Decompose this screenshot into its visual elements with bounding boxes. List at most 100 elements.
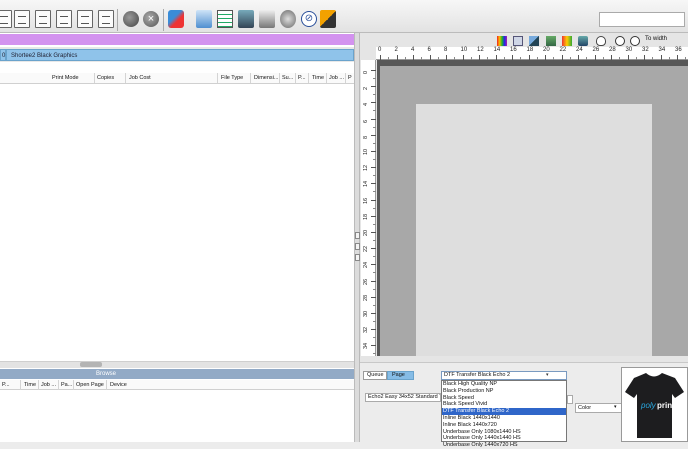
search-input[interactable] xyxy=(599,12,685,27)
ruler-v-minor-tick xyxy=(373,256,376,258)
cancel-icon[interactable]: × xyxy=(143,11,159,27)
color-adjust-icon[interactable] xyxy=(562,36,572,46)
print-job-icon[interactable] xyxy=(168,10,184,28)
browse-col-open-page[interactable]: Open Page xyxy=(76,382,104,388)
color-bars-icon[interactable] xyxy=(497,36,507,46)
cutter-icon[interactable] xyxy=(259,10,275,28)
ruler-v-minor-tick xyxy=(373,207,376,209)
queue-horizontal-scrollbar[interactable] xyxy=(0,361,354,368)
ruler-h-label: 22 xyxy=(559,47,567,53)
print-mode-option[interactable]: Underbase Only 1440x720 HS xyxy=(442,442,566,449)
tile-tool-icon[interactable] xyxy=(546,36,556,46)
ruler-h-label: 10 xyxy=(460,47,468,53)
queue-tab-bar: 0 Shortee2 Black Graphics xyxy=(0,47,354,62)
ruler-h-label: 32 xyxy=(642,47,649,53)
copy-job-icon[interactable] xyxy=(56,10,72,28)
col-p[interactable]: P... xyxy=(298,75,306,81)
import-icon[interactable] xyxy=(14,10,30,28)
col-dimensions[interactable]: Dimensi... xyxy=(254,75,278,81)
col-job[interactable]: Job ... xyxy=(329,75,344,81)
ruler-v-minor-tick xyxy=(373,337,376,339)
browse-col-job[interactable]: Job ... xyxy=(41,382,56,388)
chevron-down-icon[interactable]: ▾ xyxy=(546,372,549,378)
browse-col-page[interactable]: Pa... xyxy=(61,382,72,388)
ruler-h-label: 24 xyxy=(576,47,583,53)
ruler-v-tick xyxy=(371,232,376,233)
printer-bar xyxy=(0,34,354,45)
open-file-icon[interactable] xyxy=(0,10,12,28)
ruler-v-tick xyxy=(371,264,376,266)
ruler-h-label: 0 xyxy=(378,47,382,53)
ruler-v-minor-tick xyxy=(373,240,376,241)
zoom-in-icon[interactable] xyxy=(615,36,625,46)
printer-icon[interactable] xyxy=(238,10,254,28)
job-list-icon[interactable] xyxy=(217,10,233,28)
eye-preview-icon[interactable] xyxy=(596,36,606,46)
ruler-h-label: 30 xyxy=(625,47,633,53)
col-copies[interactable]: Copies xyxy=(97,75,114,81)
ruler-v-tick xyxy=(371,345,376,347)
ruler-h-label: 14 xyxy=(493,47,501,53)
col-job-cost[interactable]: Job Cost xyxy=(129,75,151,81)
crop-tool-icon[interactable] xyxy=(529,36,539,46)
queue-tab-shortee2[interactable]: Shortee2 Black Graphics xyxy=(6,49,354,61)
ruler-h-label: 4 xyxy=(411,47,415,53)
col-substrate[interactable]: Su... xyxy=(282,75,293,81)
page-placement-area[interactable] xyxy=(416,104,652,356)
browse-list xyxy=(0,391,354,442)
ruler-v-label: 22 xyxy=(363,246,369,253)
tab-queue[interactable]: Queue xyxy=(363,371,387,380)
send-to-printer-icon[interactable] xyxy=(196,10,212,28)
browse-col-p[interactable]: P... xyxy=(2,382,10,388)
browse-label[interactable]: Browse xyxy=(0,369,212,379)
ruler-v-tick xyxy=(371,183,376,185)
ruler-v-tick xyxy=(371,280,376,282)
ruler-v-label: 28 xyxy=(363,294,369,301)
job-properties-icon[interactable] xyxy=(98,10,114,28)
ruler-v-tick xyxy=(371,70,376,71)
move-job-icon[interactable] xyxy=(77,10,93,28)
ruler-v-minor-tick xyxy=(373,288,376,290)
chevron-down-icon[interactable]: ▾ xyxy=(614,404,617,410)
ruler-v-minor-tick xyxy=(373,175,376,177)
ruler-v-label: 32 xyxy=(363,327,369,334)
ruler-h-label: 26 xyxy=(592,47,600,53)
zoom-out-icon[interactable] xyxy=(630,36,640,46)
ruler-h-label: 34 xyxy=(658,47,666,53)
col-file-type[interactable]: File Type xyxy=(221,75,243,81)
scrollbar-thumb[interactable] xyxy=(80,362,102,367)
ruler-v-minor-tick xyxy=(373,78,376,79)
ruler-v-label: 2 xyxy=(363,87,369,91)
tools-icon[interactable] xyxy=(280,10,296,28)
ruler-v-label: 34 xyxy=(363,343,369,350)
ruler-v-label: 14 xyxy=(363,181,369,188)
browse-col-time[interactable]: Time xyxy=(24,382,36,388)
ruler-v-minor-tick xyxy=(373,94,376,96)
ruler-v-label: 18 xyxy=(363,213,369,220)
no-compass-icon[interactable]: ⊘ xyxy=(301,11,317,27)
image-tool-icon[interactable] xyxy=(578,36,588,46)
ruler-v-label: 24 xyxy=(363,262,369,269)
export-icon[interactable] xyxy=(35,10,51,28)
ruler-v-label: 26 xyxy=(363,278,369,285)
ruler-v-tick xyxy=(371,215,376,217)
ruler-h-label: 18 xyxy=(526,47,534,53)
ruler-v-minor-tick xyxy=(373,191,376,193)
ruler-v-minor-tick xyxy=(373,353,376,355)
ruler-v-tick xyxy=(371,86,376,88)
col-time[interactable]: Time xyxy=(312,75,324,81)
col-p2[interactable]: P xyxy=(348,75,352,81)
zoom-to-width-label[interactable]: To width xyxy=(645,36,667,42)
ruler-v-minor-tick xyxy=(373,142,376,144)
select-tool-icon[interactable] xyxy=(513,36,523,46)
ruler-v-minor-tick xyxy=(373,304,376,306)
col-print-mode[interactable]: Print Mode xyxy=(52,75,79,81)
settings-gear-icon[interactable] xyxy=(123,11,139,27)
job-thumbnail[interactable]: poly print xyxy=(621,367,688,442)
color-manager-icon[interactable] xyxy=(320,10,336,28)
media-size-field[interactable]: Echo2 Easy 34x52 Standard To xyxy=(365,393,441,402)
browse-col-device[interactable]: Device xyxy=(110,382,127,388)
tab-page[interactable]: Page xyxy=(387,371,414,380)
value-field[interactable] xyxy=(567,395,573,404)
ruler-h-label: 16 xyxy=(510,47,517,53)
